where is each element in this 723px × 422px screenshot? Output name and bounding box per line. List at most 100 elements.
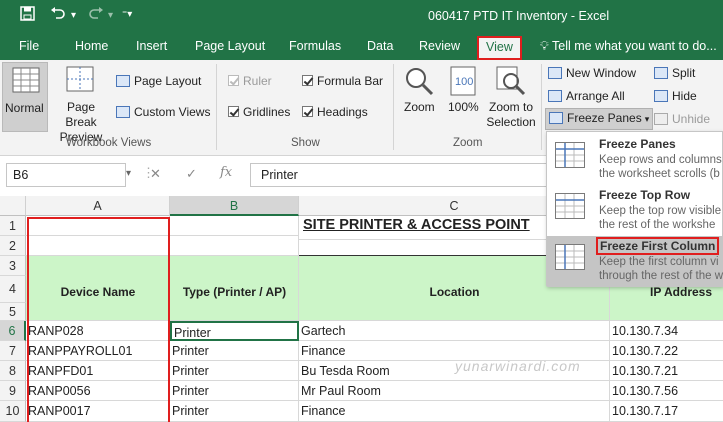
save-icon[interactable] — [20, 6, 35, 24]
zoom-100-icon: 100 — [450, 66, 476, 96]
cell-b9[interactable]: Printer — [170, 381, 299, 401]
svg-text:100: 100 — [455, 76, 473, 88]
magnifier-icon — [406, 68, 434, 96]
normal-view-icon — [12, 67, 40, 93]
tell-me-search[interactable]: 💡︎ Tell me what you want to do... — [540, 39, 717, 54]
cell-b6-selected[interactable]: Printer — [170, 321, 299, 341]
column-header-a[interactable]: A — [26, 196, 170, 216]
split-icon — [654, 67, 668, 79]
cell-d8[interactable]: 10.130.7.21 — [610, 361, 723, 381]
workbook-views-group-label: Workbook Views — [66, 137, 152, 149]
row-header-8[interactable]: 8 — [0, 361, 26, 381]
cell-b2[interactable] — [170, 236, 299, 256]
name-box[interactable]: B6 — [6, 163, 126, 187]
undo-dropdown-icon[interactable]: ▾ — [71, 10, 76, 21]
redo-dropdown-icon[interactable]: ▾ — [108, 10, 113, 21]
formula-bar-label: Formula Bar — [317, 74, 384, 88]
enter-icon[interactable]: ✓ — [186, 166, 197, 182]
freeze-top-row-title: Freeze Top Row — [599, 188, 691, 202]
cell-b7[interactable]: Printer — [170, 341, 299, 361]
freeze-first-column-icon — [555, 244, 585, 270]
row-header-6[interactable]: 6 — [0, 321, 26, 341]
zoom-selection-icon — [496, 66, 526, 96]
cancel-icon[interactable]: ✕ — [150, 166, 161, 182]
formula-bar-checkbox[interactable]: Formula Bar — [302, 74, 383, 88]
row-header-1[interactable]: 1 — [0, 216, 26, 236]
split-button[interactable]: Split — [654, 66, 695, 80]
tab-review[interactable]: Review — [419, 39, 460, 53]
row-header-10[interactable]: 10 — [0, 401, 26, 422]
insert-function-icon[interactable]: fx — [220, 165, 232, 180]
type-header: Type (Printer / AP) — [182, 285, 287, 299]
row-header-3[interactable]: 3 — [0, 256, 26, 276]
column-header-b[interactable]: B — [170, 196, 299, 216]
unhide-button[interactable]: Unhide — [654, 112, 710, 126]
headings-checkbox[interactable]: Headings — [302, 105, 368, 119]
tell-me-text: Tell me what you want to do... — [552, 39, 717, 53]
new-window-button[interactable]: New Window — [548, 66, 636, 80]
zoom-to-selection-button[interactable]: Zoom to Selection — [484, 62, 538, 132]
cell-b10[interactable]: Printer — [170, 401, 299, 422]
chevron-down-icon: ▾ — [644, 114, 650, 124]
custom-views-button[interactable]: Custom Views — [116, 105, 210, 119]
new-window-label: New Window — [566, 66, 637, 80]
undo-icon[interactable] — [50, 6, 66, 24]
cell-c10[interactable]: Finance — [299, 401, 610, 422]
zoom-label: Zoom — [404, 100, 435, 114]
tab-home[interactable]: Home — [75, 39, 108, 53]
select-all-corner[interactable] — [0, 196, 26, 216]
ribbon-separator — [216, 64, 217, 150]
tab-page-layout[interactable]: Page Layout — [195, 39, 265, 53]
row-header-2[interactable]: 2 — [0, 236, 26, 256]
tab-data[interactable]: Data — [367, 39, 393, 53]
arrange-all-label: Arrange All — [566, 89, 625, 103]
hide-label: Hide — [672, 89, 697, 103]
headings-check-icon — [302, 106, 313, 117]
freeze-panes-option-desc: Keep rows and columns the worksheet scrol… — [599, 154, 722, 180]
cell-b1[interactable] — [170, 216, 299, 236]
hide-button[interactable]: Hide — [654, 89, 697, 103]
freeze-first-column-option[interactable]: Freeze First Column Keep the first colum… — [547, 236, 723, 287]
tab-view[interactable]: View — [477, 36, 522, 60]
cell-c6[interactable]: Gartech — [299, 321, 610, 341]
window-title: 060417 PTD IT Inventory - Excel — [428, 9, 610, 23]
redo-icon[interactable] — [88, 6, 104, 24]
title-bar: ▾ ▾ ⁼▾ 060417 PTD IT Inventory - Excel — [0, 0, 723, 34]
page-break-icon — [66, 66, 94, 92]
normal-view-button[interactable]: Normal — [2, 62, 48, 132]
name-box-dropdown-icon[interactable]: ▾ — [126, 168, 131, 179]
customize-qat-icon[interactable]: ⁼▾ — [122, 9, 132, 20]
row-header-9[interactable]: 9 — [0, 381, 26, 401]
cell-d6[interactable]: 10.130.7.34 — [610, 321, 723, 341]
cell-c9[interactable]: Mr Paul Room — [299, 381, 610, 401]
page-layout-label: Page Layout — [134, 74, 202, 88]
tab-file[interactable]: File — [19, 39, 39, 53]
cell-d9[interactable]: 10.130.7.56 — [610, 381, 723, 401]
freeze-panes-option[interactable]: Freeze Panes Keep rows and columns the wo… — [547, 134, 723, 185]
cell-b8[interactable]: Printer — [170, 361, 299, 381]
custom-views-icon — [116, 106, 130, 118]
row-header-5[interactable]: 5 — [0, 303, 26, 321]
tab-insert[interactable]: Insert — [136, 39, 167, 53]
freeze-panes-icon — [549, 112, 563, 124]
freeze-top-row-option[interactable]: Freeze Top Row Keep the top row visible t… — [547, 185, 723, 236]
formula-bar-check-icon — [302, 75, 313, 86]
zoom-100-label: 100% — [448, 100, 479, 114]
row-header-7[interactable]: 7 — [0, 341, 26, 361]
gridlines-label: Gridlines — [243, 105, 291, 119]
gridlines-checkbox[interactable]: Gridlines — [228, 105, 290, 119]
cell-d7[interactable]: 10.130.7.22 — [610, 341, 723, 361]
location-header: Location — [429, 285, 480, 299]
page-layout-view-button[interactable]: Page Layout — [116, 74, 201, 88]
zoom-100-button[interactable]: 100 100% — [444, 62, 482, 132]
row-header-4[interactable]: 4 — [0, 276, 26, 303]
ruler-checkbox[interactable]: Ruler — [228, 74, 272, 88]
cell-d10[interactable]: 10.130.7.17 — [610, 401, 723, 422]
zoom-button[interactable]: Zoom — [400, 62, 440, 132]
arrange-all-button[interactable]: Arrange All — [548, 89, 625, 103]
column-a-highlight — [27, 217, 170, 422]
tab-formulas[interactable]: Formulas — [289, 39, 341, 53]
ruler-label: Ruler — [243, 74, 272, 88]
page-break-preview-button[interactable]: Page Break Preview — [50, 62, 112, 144]
freeze-panes-button[interactable]: Freeze Panes ▾ — [545, 108, 654, 130]
